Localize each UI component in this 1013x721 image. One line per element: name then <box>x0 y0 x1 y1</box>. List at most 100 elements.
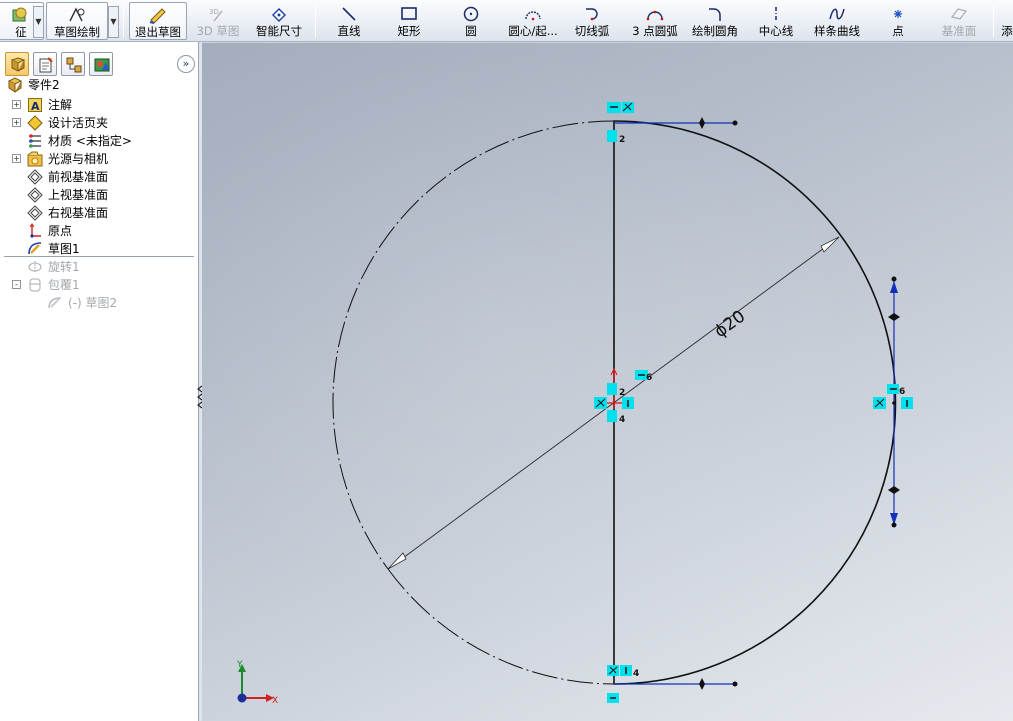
centerline-button[interactable]: 中心线 <box>752 2 800 40</box>
annotation-icon: A <box>27 97 43 113</box>
coincident-relation-icon[interactable] <box>607 410 617 422</box>
center-arc-button[interactable]: 圆心/起... <box>502 2 564 40</box>
graphics-area[interactable]: ϕ20 2 6 2 4 6 4 Y X <box>202 43 1013 721</box>
reference-plane-button[interactable]: 基准面 <box>936 2 982 40</box>
tree-item-label: 旋转1 <box>48 260 80 274</box>
point-button[interactable]: 点 <box>884 2 912 40</box>
tree-item-label: (-) 草图2 <box>68 296 118 310</box>
tree-item-label: 光源与相机 <box>48 152 109 166</box>
sketch3d-button[interactable]: 3D 3D 草图 <box>194 2 242 40</box>
point-label: 点 <box>892 24 904 38</box>
three-point-arc-button[interactable]: 3 点圆弧 <box>628 2 682 40</box>
tab-configuration-manager[interactable] <box>61 52 85 76</box>
triad-y-label: Y <box>236 660 243 670</box>
sketch-fillet-button[interactable]: 绘制圆角 <box>688 2 742 40</box>
circle-button[interactable]: 圆 <box>452 2 490 40</box>
dimension-arrow-start <box>387 552 407 570</box>
configuration-manager-icon <box>66 57 82 73</box>
tree-item-design-binder[interactable]: + 设计活页夹 <box>0 114 196 132</box>
tree-item-material[interactable]: 材质 <未指定> <box>0 132 196 150</box>
exit-sketch-label: 退出草图 <box>135 25 181 39</box>
sketch-semicircle-arc[interactable] <box>613 120 897 685</box>
reference-triad: Y X <box>236 660 278 706</box>
line-icon <box>328 2 370 24</box>
circle-label: 圆 <box>465 24 477 38</box>
coincident-relation-icon[interactable] <box>607 383 617 395</box>
relation-number: 6 <box>646 373 652 383</box>
sketch3d-label: 3D 草图 <box>196 24 240 38</box>
tree-item-sketch2[interactable]: (-) 草图2 <box>0 294 196 312</box>
line-button[interactable]: 直线 <box>328 2 370 40</box>
svg-text:3D: 3D <box>209 8 219 16</box>
overflow-button[interactable]: 添 <box>1000 2 1013 40</box>
sketch-button[interactable]: 草图绘制 <box>46 2 108 40</box>
expand-toggle-icon[interactable]: + <box>12 154 21 163</box>
relation-number: 2 <box>619 388 625 398</box>
tree-item-origin[interactable]: 原点 <box>0 222 196 240</box>
command-manager-toolbar: 征 ▼ 草图绘制 ▼ 退出草图 3D 3D 草图 智能尺寸 直线 矩形 圆 圆心… <box>0 0 1013 42</box>
svg-text:A: A <box>31 100 40 113</box>
expand-toggle-icon[interactable]: - <box>12 280 21 289</box>
expand-panel-button[interactable]: » <box>177 55 195 73</box>
bottom-endpoint-handle[interactable] <box>614 678 738 690</box>
sketch-circle-left-arc[interactable] <box>332 120 615 570</box>
sketch-icon <box>47 295 63 311</box>
tree-root[interactable]: 零件2 <box>0 76 196 94</box>
expand-toggle-icon[interactable]: + <box>12 100 21 109</box>
sketch-fillet-icon <box>688 2 742 24</box>
tree-item-label: 原点 <box>48 224 73 238</box>
part-icon <box>7 77 23 93</box>
display-manager-icon <box>94 58 110 72</box>
relation-number: 4 <box>619 415 625 425</box>
point-icon <box>884 2 912 24</box>
lights-folder-icon <box>27 151 43 167</box>
tree-item-revolve1[interactable]: 旋转1 <box>0 258 196 276</box>
centerline-label: 中心线 <box>758 24 794 38</box>
exit-sketch-button[interactable]: 退出草图 <box>129 2 187 40</box>
tree-item-wrap1[interactable]: - 包覆1 <box>0 276 196 294</box>
relation-number: 6 <box>899 387 905 397</box>
tab-display-manager[interactable] <box>89 52 113 76</box>
tree-item-right-plane[interactable]: 右视基准面 <box>0 204 196 222</box>
rollback-bar[interactable] <box>4 256 194 258</box>
reference-plane-label: 基准面 <box>941 24 977 38</box>
rectangle-button[interactable]: 矩形 <box>388 2 430 40</box>
right-tangent-handle[interactable] <box>888 276 900 528</box>
tangent-arc-label: 切线弧 <box>574 24 610 38</box>
sketch-dropdown-arrow[interactable]: ▼ <box>108 6 119 38</box>
smart-dimension-button[interactable]: 智能尺寸 <box>250 2 308 40</box>
toolbar-separator <box>315 5 316 37</box>
tab-feature-tree[interactable] <box>5 52 29 76</box>
smart-dimension-icon <box>250 2 308 24</box>
tree-item-label: 注解 <box>48 98 73 112</box>
sketch3d-icon: 3D <box>194 2 242 24</box>
spline-label: 样条曲线 <box>814 24 860 38</box>
coincident-relation-icon[interactable] <box>607 130 617 142</box>
dimension-value[interactable]: ϕ20 <box>711 307 749 342</box>
origin-icon <box>27 223 43 239</box>
sketch-circle-bottom-arc[interactable] <box>387 568 615 685</box>
spline-icon <box>808 2 866 24</box>
features-dropdown-arrow[interactable]: ▼ <box>33 6 44 38</box>
plane-icon <box>27 187 43 203</box>
tree-item-label: 材质 <未指定> <box>48 134 132 148</box>
plane-icon <box>27 169 43 185</box>
tree-item-top-plane[interactable]: 上视基准面 <box>0 186 196 204</box>
design-binder-icon <box>27 115 43 131</box>
revolve-icon <box>27 259 43 275</box>
dimension-arrow-end <box>820 236 840 253</box>
rectangle-label: 矩形 <box>397 24 421 38</box>
expand-toggle-icon[interactable]: + <box>12 118 21 127</box>
relation-number: 4 <box>633 669 639 679</box>
plane-icon <box>936 2 982 24</box>
centerline-icon <box>752 2 800 24</box>
tab-property-manager[interactable] <box>33 52 57 76</box>
spline-button[interactable]: 样条曲线 <box>808 2 866 40</box>
sketch-canvas[interactable]: ϕ20 2 6 2 4 6 4 Y X <box>202 43 1013 721</box>
tangent-arc-button[interactable]: 切线弧 <box>570 2 614 40</box>
tree-item-label: 包覆1 <box>48 278 80 292</box>
tree-item-front-plane[interactable]: 前视基准面 <box>0 168 196 186</box>
smart-dimension-label: 智能尺寸 <box>256 24 302 38</box>
tree-item-lights-cameras[interactable]: + 光源与相机 <box>0 150 196 168</box>
tree-item-annotations[interactable]: + A 注解 <box>0 96 196 114</box>
